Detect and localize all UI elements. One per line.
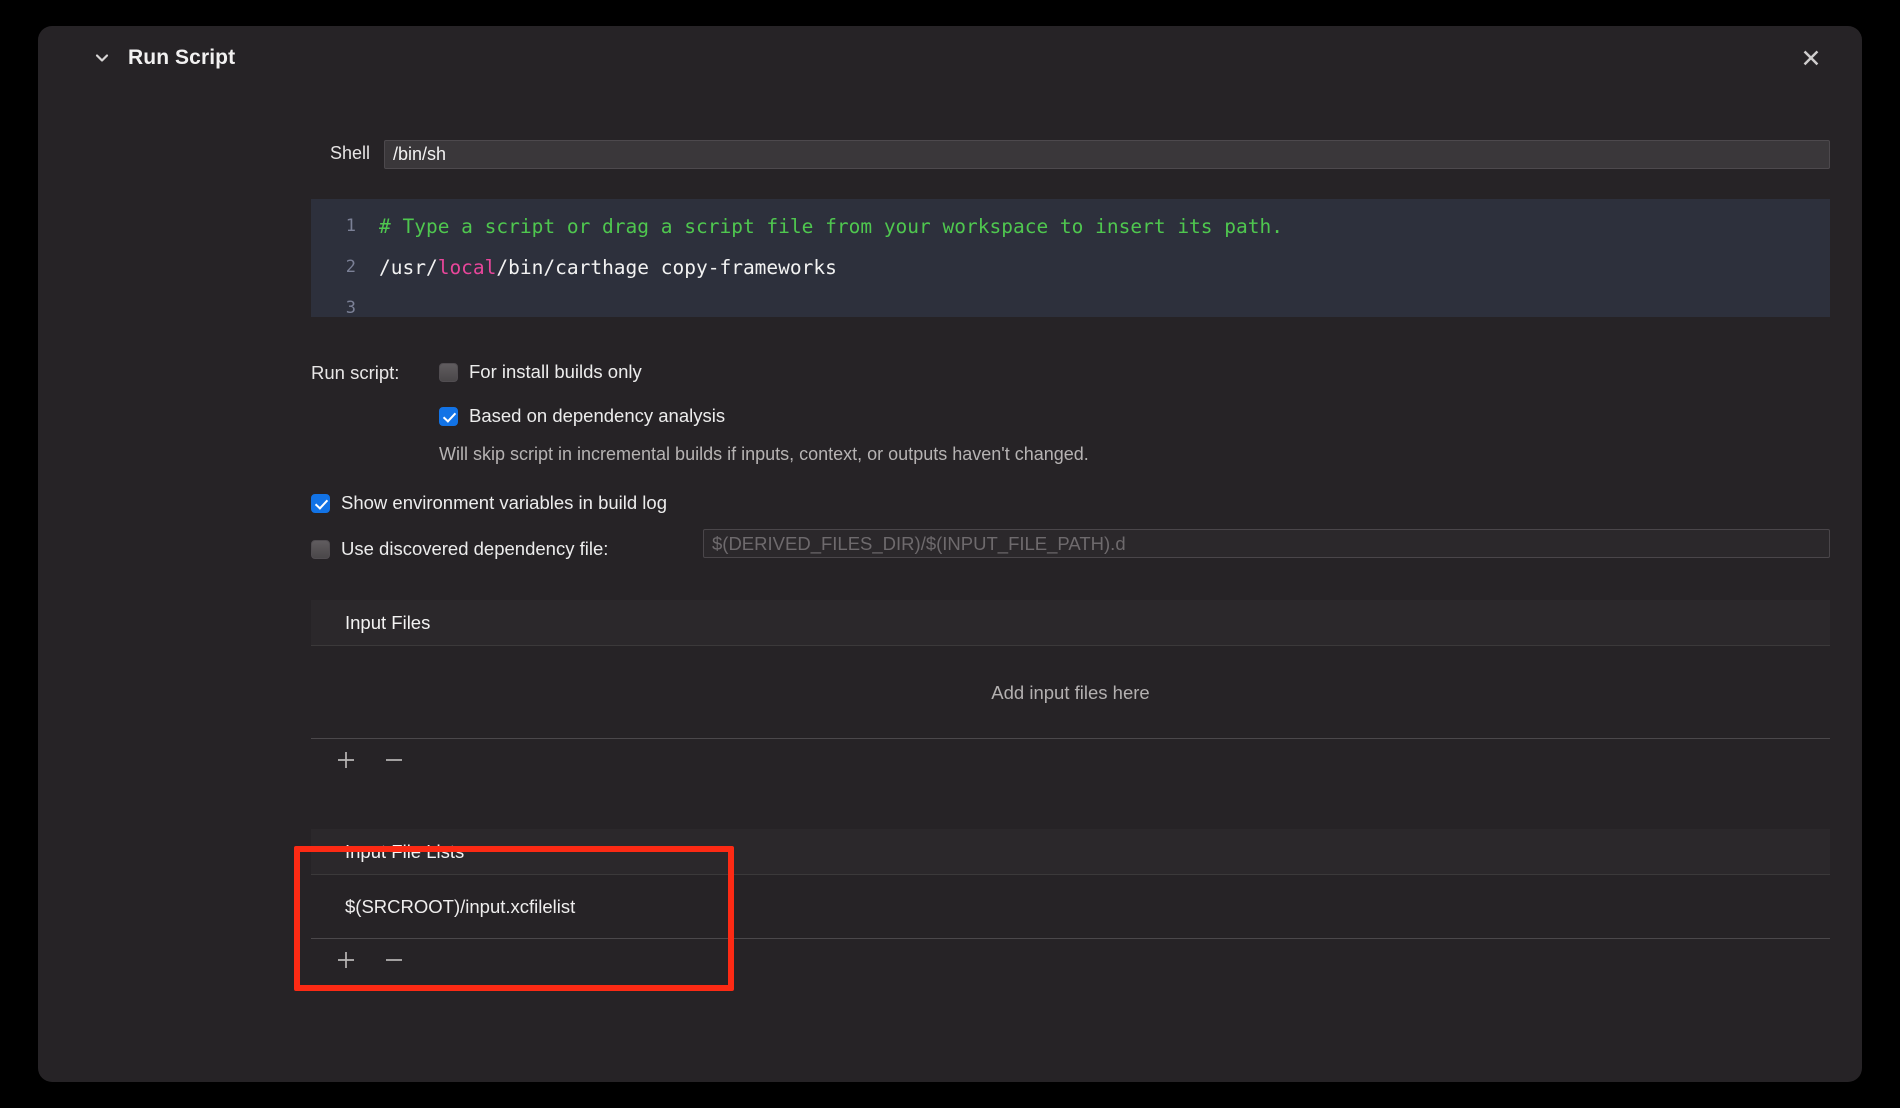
code-path-token-b: /bin/carthage copy-frameworks <box>496 256 837 279</box>
checkbox-use-discovered-dependency-file[interactable]: Use discovered dependency file: <box>311 538 608 560</box>
input-file-lists-footer <box>311 938 1830 980</box>
input-files-table: Input Files Add input files here <box>311 600 1830 780</box>
input-files-footer <box>311 738 1830 780</box>
checkbox-based-on-dependency-analysis[interactable]: Based on dependency analysis <box>439 405 725 427</box>
input-files-empty-text: Add input files here <box>991 682 1150 703</box>
checkbox-checked-icon[interactable] <box>439 406 458 426</box>
plus-icon[interactable] <box>333 947 359 973</box>
checkbox-checked-icon[interactable] <box>311 493 330 513</box>
input-file-lists-header: Input File Lists <box>311 829 1830 875</box>
input-file-lists-table: Input File Lists $(SRCROOT)/input.xcfile… <box>311 829 1830 980</box>
input-files-header: Input Files <box>311 600 1830 646</box>
checkbox-unchecked-icon[interactable] <box>311 539 330 559</box>
line-number: 2 <box>345 257 356 277</box>
script-code-editor[interactable]: 1 2 3 # Type a script or drag a script f… <box>311 199 1830 317</box>
checkbox-label: Based on dependency analysis <box>469 405 726 426</box>
phase-header: Run Script ✕ <box>38 26 1862 90</box>
shell-row: Shell /bin/sh <box>38 140 1862 170</box>
chevron-down-icon[interactable] <box>92 48 112 68</box>
checkbox-show-environment-variables[interactable]: Show environment variables in build log <box>311 492 667 514</box>
code-path-token-a: /usr/ <box>379 256 438 279</box>
checkbox-unchecked-icon[interactable] <box>439 362 458 382</box>
code-line-2: /usr/local/bin/carthage copy-frameworks <box>379 247 1830 288</box>
plus-icon[interactable] <box>333 747 359 773</box>
dependency-file-input[interactable]: $(DERIVED_FILES_DIR)/$(INPUT_FILE_PATH).… <box>703 529 1830 558</box>
editor-lines: # Type a script or drag a script file fr… <box>367 199 1830 317</box>
minus-icon[interactable] <box>381 747 407 773</box>
run-script-label: Run script: <box>311 362 400 383</box>
code-keyword-token: local <box>437 256 497 279</box>
input-file-lists-body[interactable]: $(SRCROOT)/input.xcfilelist <box>311 875 1830 938</box>
shell-input[interactable]: /bin/sh <box>384 140 1830 169</box>
shell-input-value: /bin/sh <box>393 144 447 164</box>
checkbox-label: Use discovered dependency file: <box>341 538 609 559</box>
column-header-label: Input File Lists <box>345 840 465 862</box>
table-row[interactable]: $(SRCROOT)/input.xcfilelist <box>311 875 1830 938</box>
shell-label: Shell <box>329 143 370 163</box>
column-header-label: Input Files <box>345 611 431 633</box>
checkbox-label: For install builds only <box>469 361 642 382</box>
checkbox-for-install-builds-only[interactable]: For install builds only <box>439 361 642 383</box>
code-comment-token: # Type a script or drag a script file fr… <box>379 215 1283 238</box>
dependency-analysis-hint: Will skip script in incremental builds i… <box>439 444 1089 464</box>
editor-gutter: 1 2 3 <box>311 199 367 317</box>
code-line-1: # Type a script or drag a script file fr… <box>379 206 1830 247</box>
dependency-file-placeholder: $(DERIVED_FILES_DIR)/$(INPUT_FILE_PATH).… <box>712 532 1126 554</box>
line-number: 3 <box>345 298 356 317</box>
file-list-path: $(SRCROOT)/input.xcfilelist <box>345 895 576 917</box>
close-icon[interactable]: ✕ <box>1798 46 1824 72</box>
run-script-phase-panel: Run Script ✕ Shell /bin/sh 1 2 3 # Type … <box>38 26 1862 1082</box>
page-title: Run Script <box>128 46 236 69</box>
line-number: 1 <box>345 216 356 236</box>
checkbox-label: Show environment variables in build log <box>341 492 667 513</box>
minus-icon[interactable] <box>381 947 407 973</box>
input-files-body[interactable]: Add input files here <box>311 646 1830 738</box>
